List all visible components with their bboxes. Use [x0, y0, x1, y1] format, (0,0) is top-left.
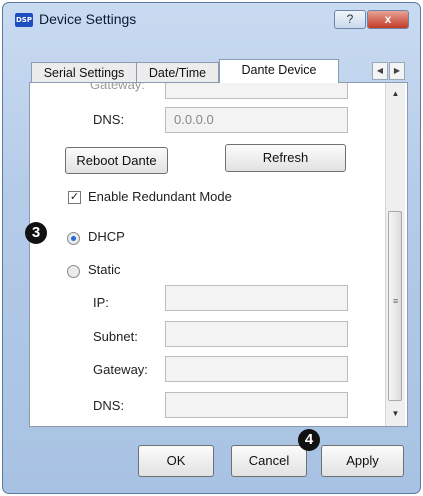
redundant-mode-checkbox[interactable]: ✓: [68, 191, 81, 204]
title-bar[interactable]: DSP Device Settings ? x: [3, 3, 420, 35]
dhcp-radio[interactable]: [67, 232, 80, 245]
scroll-up-icon[interactable]: ▲: [386, 85, 405, 103]
tab-serial-settings[interactable]: Serial Settings: [31, 62, 137, 83]
dns-field[interactable]: [165, 392, 348, 418]
ip-label: IP:: [93, 295, 109, 310]
ok-button[interactable]: OK: [138, 445, 214, 477]
apply-button[interactable]: Apply: [321, 445, 404, 477]
device-settings-window: DSP Device Settings ? x Serial Settings …: [2, 2, 421, 494]
dns-label: DNS:: [93, 398, 125, 413]
dhcp-label: DHCP: [88, 229, 125, 244]
static-radio[interactable]: [67, 265, 80, 278]
gateway-field[interactable]: [165, 356, 348, 382]
help-button[interactable]: ?: [334, 10, 366, 29]
scroll-down-icon[interactable]: ▼: [386, 405, 405, 423]
step-marker-4: 4: [298, 429, 320, 451]
close-button[interactable]: x: [367, 10, 409, 29]
dns-top-label: DNS:: [93, 112, 125, 127]
gateway-label: Gateway:: [93, 362, 148, 377]
step-marker-3: 3: [25, 222, 47, 244]
panel-scrollbar[interactable]: ▲ ≡ ▼: [385, 83, 405, 426]
scroll-thumb[interactable]: ≡: [388, 211, 402, 401]
tab-scroll-left-icon[interactable]: ◀: [372, 62, 388, 80]
reboot-dante-button[interactable]: Reboot Dante: [65, 147, 168, 174]
tab-scroll-right-icon[interactable]: ▶: [389, 62, 405, 80]
tab-dante-device[interactable]: Dante Device: [219, 59, 339, 83]
grip-icon: ≡: [393, 296, 399, 306]
subnet-field[interactable]: [165, 321, 348, 347]
dante-device-panel: Gateway: DNS: 0.0.0.0 Reboot Dante Refre…: [29, 82, 408, 427]
static-label: Static: [88, 262, 121, 277]
refresh-button[interactable]: Refresh: [225, 144, 346, 172]
tab-date-time[interactable]: Date/Time: [136, 62, 219, 83]
ip-field[interactable]: [165, 285, 348, 311]
cancel-button[interactable]: Cancel: [231, 445, 307, 477]
gateway-top-label: Gateway:: [90, 82, 145, 92]
window-title: Device Settings: [39, 11, 137, 27]
gateway-top-field[interactable]: [165, 83, 348, 99]
app-icon: DSP: [15, 13, 33, 27]
dns-top-field[interactable]: 0.0.0.0: [165, 107, 348, 133]
redundant-mode-label: Enable Redundant Mode: [88, 189, 232, 204]
subnet-label: Subnet:: [93, 329, 138, 344]
